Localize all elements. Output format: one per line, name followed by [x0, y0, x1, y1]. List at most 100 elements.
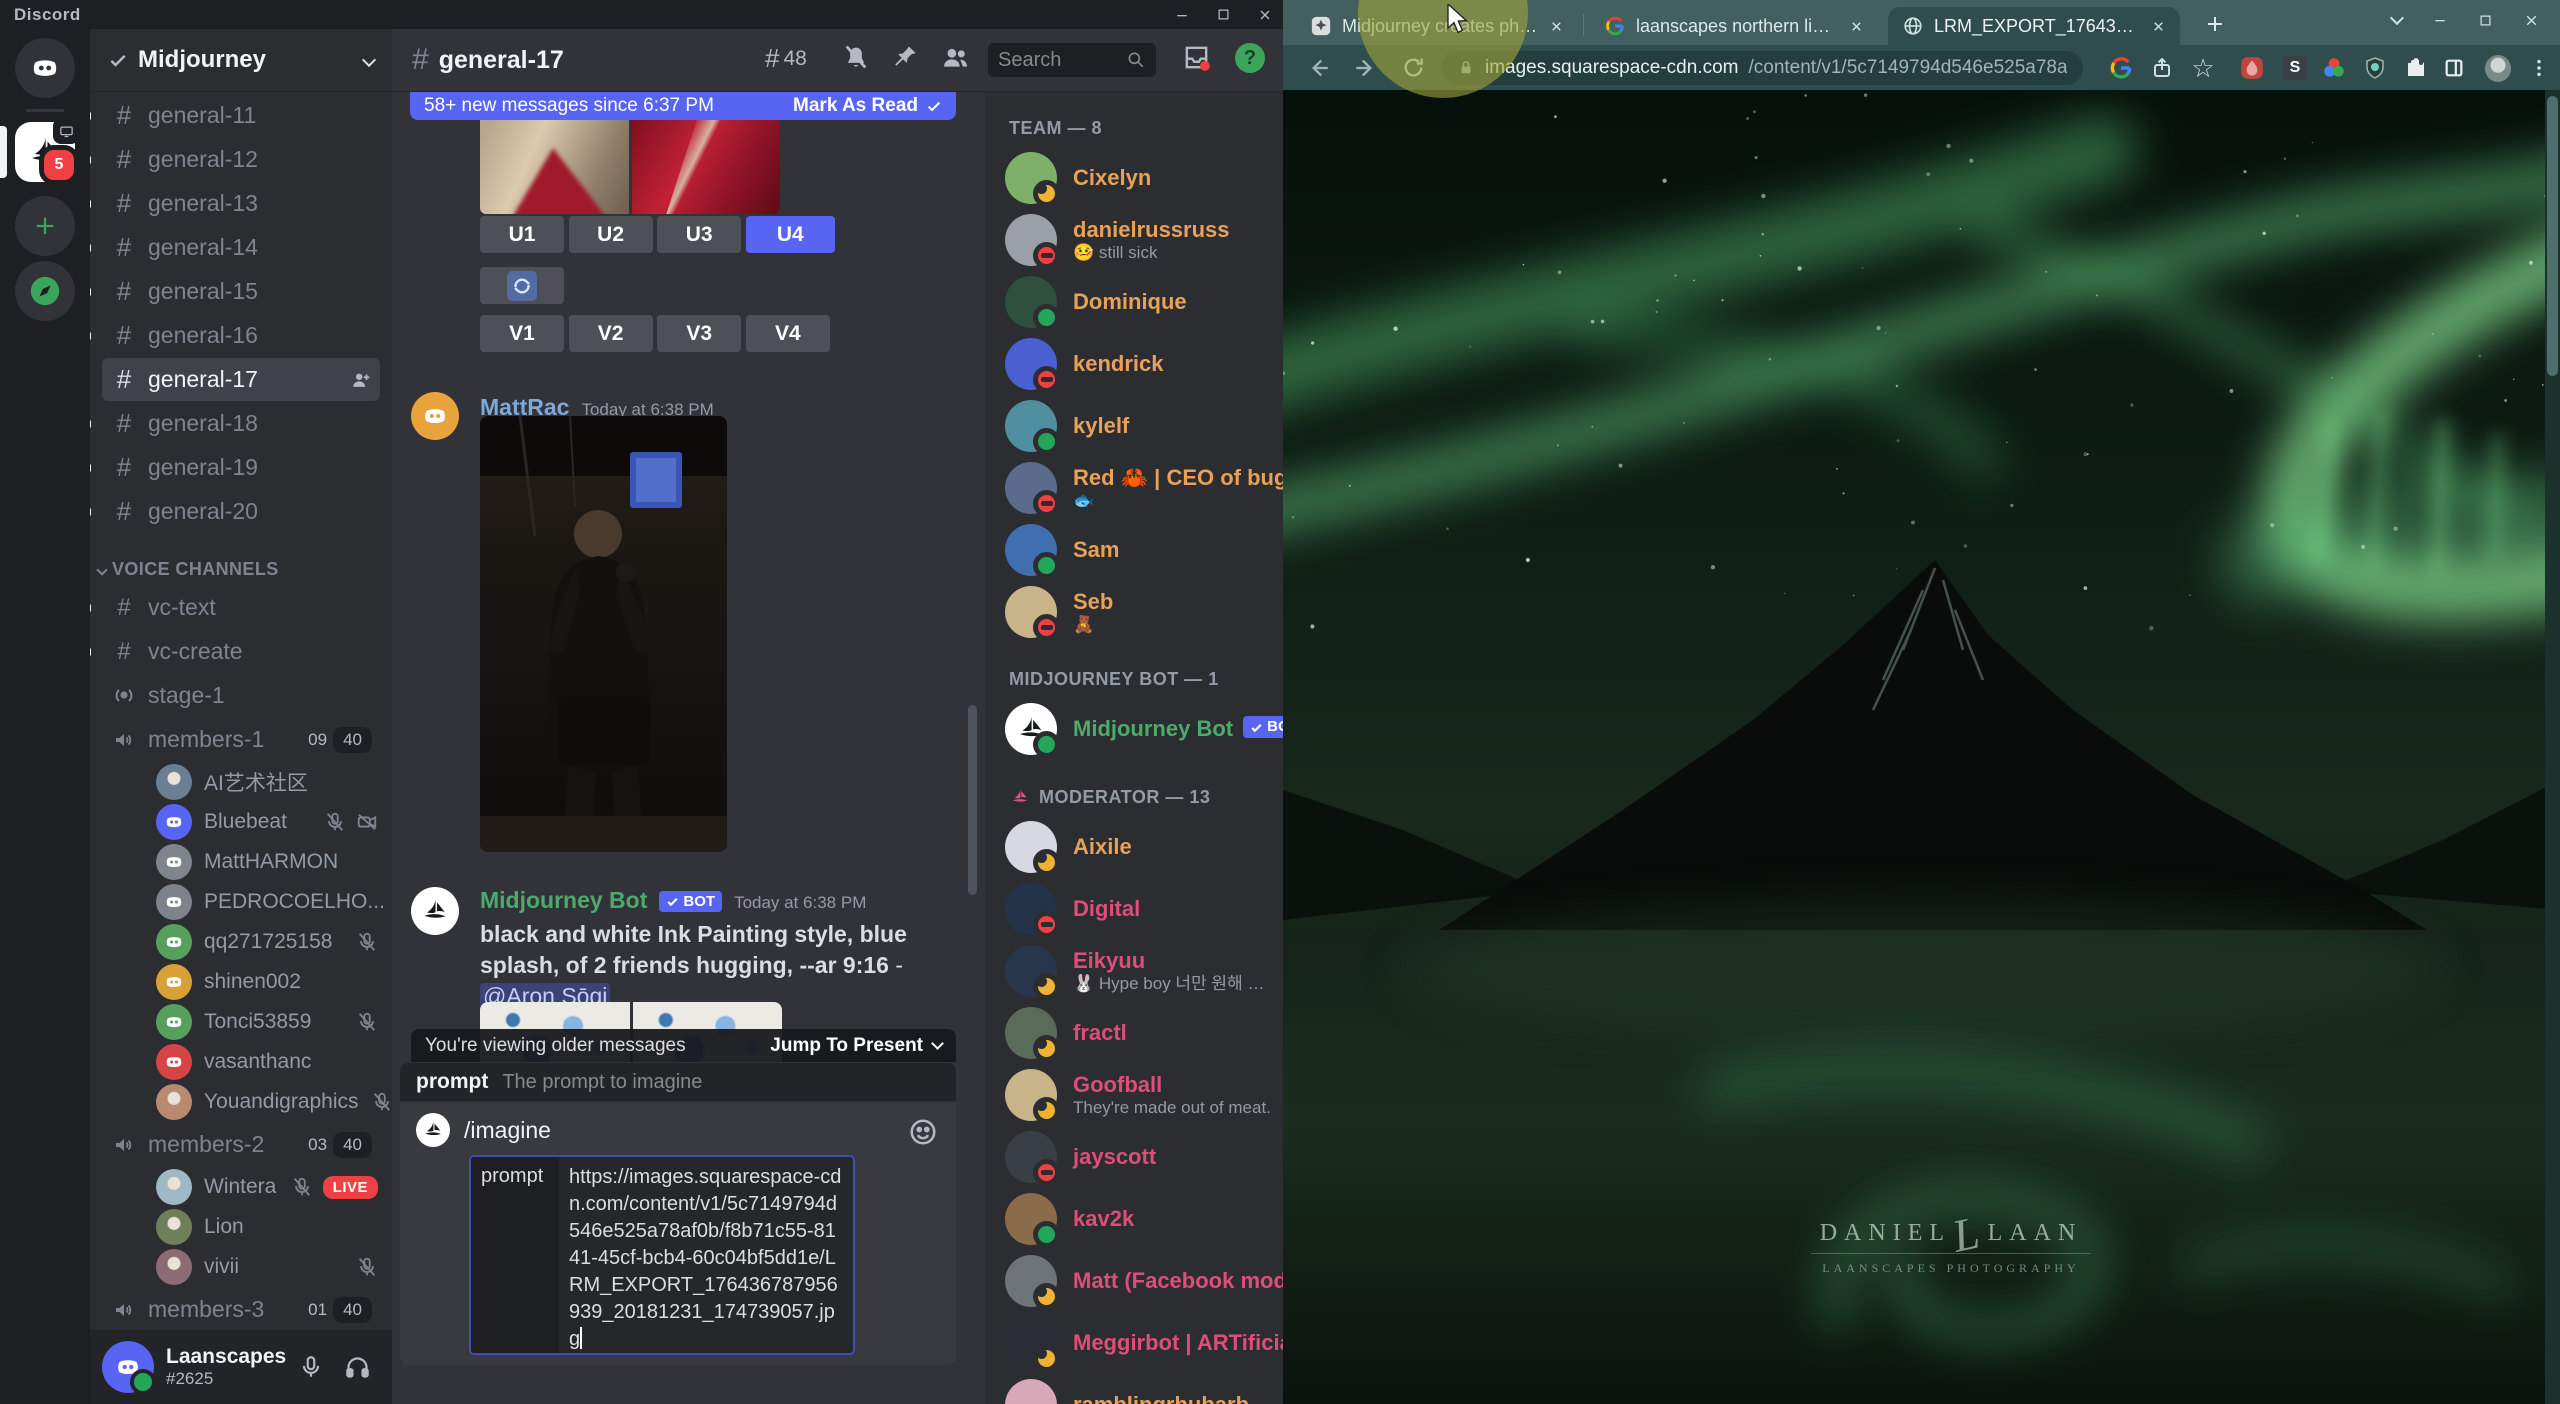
sidebar-channel-general-14[interactable]: # general-14: [90, 226, 380, 269]
threads-button[interactable]: #48: [765, 43, 807, 74]
voice-channels-header[interactable]: VOICE CHANNELS: [96, 559, 392, 580]
voice-user-PEDROCOELHO...[interactable]: PEDROCOELHO...: [156, 882, 385, 922]
google-icon[interactable]: [2108, 55, 2134, 81]
voice-user-Tonci53859[interactable]: Tonci53859: [156, 1002, 378, 1042]
sidebar-channel-general-18[interactable]: # general-18: [90, 402, 380, 445]
discord-close-icon[interactable]: [1257, 7, 1273, 23]
voice-user-Wintera[interactable]: Wintera LIVE: [156, 1167, 378, 1207]
voice-user-Youandigraphics[interactable]: Youandigraphics: [156, 1082, 390, 1122]
share-icon[interactable]: [2149, 55, 2175, 81]
ext-sidebar-icon[interactable]: [2441, 55, 2467, 81]
discord-minimize-icon[interactable]: [1174, 7, 1190, 23]
explore-servers-button[interactable]: [15, 261, 75, 321]
member-Digital[interactable]: Digital: [985, 878, 1283, 940]
member-Aixile[interactable]: Aixile: [985, 816, 1283, 878]
message-author[interactable]: Midjourney Bot: [480, 887, 647, 914]
member-danielrussruss[interactable]: danielrussruss 🤒 still sick: [985, 209, 1283, 271]
address-bar[interactable]: images.squarespace-cdn.com/content/v1/5c…: [1441, 51, 2083, 85]
sidebar-channel-members-2[interactable]: members-2 03 40: [102, 1123, 380, 1166]
member-list-icon[interactable]: [941, 43, 970, 72]
mic-icon[interactable]: [298, 1354, 324, 1380]
new-messages-banner[interactable]: 58+ new messages since 6:37 PM Mark As R…: [410, 92, 956, 120]
variation-button-v4[interactable]: V4: [745, 315, 830, 352]
member-Matt (Facebook mod)[interactable]: Matt (Facebook mod): [985, 1250, 1283, 1312]
member-Meggirbot | ARTificial…[interactable]: Meggirbot | ARTificial…: [985, 1312, 1283, 1374]
command-autocomplete[interactable]: prompt The prompt to imagine: [400, 1063, 956, 1101]
server-header[interactable]: Midjourney: [90, 29, 392, 92]
headphones-icon[interactable]: [344, 1354, 371, 1381]
page-scrollbar[interactable]: [2545, 90, 2560, 1404]
upscale-button-u1[interactable]: U1: [480, 216, 564, 253]
ext-rgb-icon[interactable]: [2321, 55, 2347, 81]
voice-user-Bluebeat[interactable]: Bluebeat: [156, 802, 378, 842]
member-kav2k[interactable]: kav2k: [985, 1188, 1283, 1250]
prompt-option-value[interactable]: https://images.squarespace-cdn.com/conte…: [559, 1157, 853, 1353]
sidebar-channel-general-17[interactable]: # general-17: [102, 358, 380, 401]
midjourney-grid-image[interactable]: [480, 118, 780, 214]
tab-close-icon[interactable]: [1549, 19, 1564, 34]
voice-user-Lion[interactable]: Lion: [156, 1207, 378, 1247]
chrome-close-icon[interactable]: [2523, 12, 2540, 29]
member-Midjourney Bot[interactable]: Midjourney BotBOT: [985, 698, 1283, 760]
voice-user-MattHARMON[interactable]: MattHARMON: [156, 842, 378, 882]
back-icon[interactable]: [1305, 55, 1331, 81]
ext-s-icon[interactable]: S: [2282, 55, 2308, 81]
ext-shield-icon[interactable]: [2362, 55, 2388, 81]
member-kendrick[interactable]: kendrick: [985, 333, 1283, 395]
discord-maximize-icon[interactable]: [1216, 7, 1231, 22]
upscale-button-u3[interactable]: U3: [657, 216, 742, 253]
tab-search-chevron-icon[interactable]: [2389, 10, 2405, 26]
member-Dominique[interactable]: Dominique: [985, 271, 1283, 333]
server-button-midjourney[interactable]: 5: [15, 118, 79, 185]
sidebar-channel-general-19[interactable]: # general-19: [90, 446, 380, 489]
chat-scrollbar[interactable]: [968, 705, 977, 895]
voice-user-qq271725158[interactable]: qq271725158: [156, 922, 378, 962]
sidebar-channel-general-12[interactable]: # general-12: [90, 138, 380, 181]
avatar-mattrac[interactable]: [411, 392, 459, 440]
member-Cixelyn[interactable]: Cixelyn: [985, 147, 1283, 209]
member-jayscott[interactable]: jayscott: [985, 1126, 1283, 1188]
emoji-picker-icon[interactable]: [908, 1117, 938, 1147]
avatar-midjourney-bot[interactable]: [411, 887, 459, 935]
member-Goofball[interactable]: Goofball They're made out of meat.: [985, 1064, 1283, 1126]
jump-to-present-button[interactable]: Jump To Present: [770, 1035, 944, 1057]
voice-user-vivii[interactable]: vivii: [156, 1247, 378, 1287]
member-Sam[interactable]: Sam: [985, 519, 1283, 581]
sidebar-channel-members-3[interactable]: members-3 01 40: [102, 1288, 380, 1330]
member-fractl[interactable]: fractl: [985, 1002, 1283, 1064]
voice-user-AI艺术社区[interactable]: AI艺术社区: [156, 762, 378, 802]
bookmark-star-icon[interactable]: ☆: [2190, 53, 2216, 83]
notifications-muted-icon[interactable]: [842, 43, 870, 71]
upscale-button-u4[interactable]: U4: [745, 216, 835, 253]
discord-home-button[interactable]: [15, 38, 75, 98]
search-input[interactable]: Search: [988, 43, 1156, 77]
invite-member-icon[interactable]: [350, 369, 372, 391]
pinned-messages-icon[interactable]: [892, 43, 919, 70]
reroll-button[interactable]: [480, 267, 564, 304]
sidebar-channel-vc-create[interactable]: # vc-create: [90, 630, 380, 673]
extensions-puzzle-icon[interactable]: [2403, 55, 2429, 81]
mattrac-photo[interactable]: [480, 416, 727, 852]
sidebar-channel-general-16[interactable]: # general-16: [90, 314, 380, 357]
member-Eikyuu[interactable]: Eikyuu🐰 Hype boy 너만 원해 Hype …: [985, 940, 1283, 1002]
tab-close-icon[interactable]: [1849, 19, 1864, 34]
tab-close-icon[interactable]: [2151, 19, 2166, 34]
upscale-button-u2[interactable]: U2: [568, 216, 653, 253]
member-kylelf[interactable]: kylelf: [985, 395, 1283, 457]
member-ramblingrhubarb[interactable]: ramblingrhubarb: [985, 1374, 1283, 1404]
kebab-menu-icon[interactable]: [2526, 55, 2552, 81]
scrollbar-thumb[interactable]: [2547, 96, 2558, 376]
aurora-photo[interactable]: [1283, 90, 2560, 1404]
browser-tab-3[interactable]: LRM_EXPORT_17643678795693: [1888, 7, 2180, 45]
voice-user-shinen002[interactable]: shinen002: [156, 962, 378, 1002]
message-input[interactable]: /imagine prompt https://images.squarespa…: [400, 1103, 956, 1365]
ext-red-icon[interactable]: [2239, 55, 2265, 81]
chrome-minimize-icon[interactable]: [2432, 12, 2448, 28]
help-icon[interactable]: ?: [1235, 43, 1265, 73]
variation-button-v1[interactable]: V1: [480, 315, 564, 352]
inbox-icon[interactable]: [1182, 43, 1211, 72]
new-tab-icon[interactable]: [2203, 12, 2227, 36]
sidebar-channel-stage-1[interactable]: stage-1: [102, 674, 380, 717]
add-server-button[interactable]: [15, 196, 75, 256]
profile-avatar[interactable]: [2485, 54, 2511, 82]
